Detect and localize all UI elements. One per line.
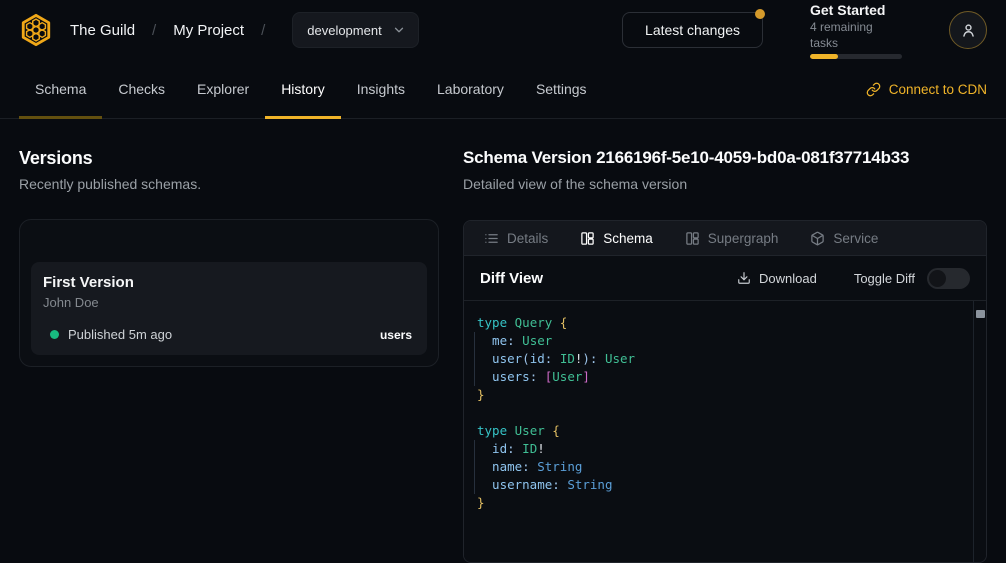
download-button[interactable]: Download [737, 271, 817, 286]
code-line: } [477, 386, 960, 404]
code-line: type Query { [477, 314, 960, 332]
target-selector-value: development [307, 23, 381, 38]
code-line: username: String [477, 476, 960, 494]
nav-tab-laboratory[interactable]: Laboratory [421, 60, 520, 118]
user-icon [959, 21, 978, 40]
project-name[interactable]: My Project [173, 22, 244, 39]
link-icon [866, 82, 881, 97]
nav-tab-schema[interactable]: Schema [19, 60, 102, 118]
hive-logo-icon[interactable] [19, 13, 53, 47]
versions-panel: Versions Recently published schemas. Fir… [19, 146, 439, 563]
download-label: Download [759, 271, 817, 286]
code-line: name: String [477, 458, 960, 476]
code-block: type Query { me: User user(id: ID!): Use… [464, 301, 986, 525]
latest-changes-label: Latest changes [645, 22, 740, 38]
main-nav: SchemaChecksExplorerHistoryInsightsLabor… [0, 60, 1006, 119]
version-detail-panel: Schema Version 2166196f-5e10-4059-bd0a-0… [463, 146, 987, 563]
diff-view-title: Diff View [480, 270, 543, 287]
breadcrumb: The Guild / My Project / development [19, 12, 419, 48]
detail-tab-schema[interactable]: Schema [580, 231, 653, 246]
connect-to-cdn-label: Connect to CDN [889, 82, 987, 97]
detail-tab-service[interactable]: Service [810, 231, 878, 246]
columns-icon [685, 231, 700, 246]
nav-tab-settings[interactable]: Settings [520, 60, 603, 118]
target-selector[interactable]: development [292, 12, 418, 48]
progress-bar [810, 54, 902, 59]
scrollbar-thumb[interactable] [976, 310, 985, 318]
header-actions: Latest changes Get Started 4 remaining t… [622, 2, 987, 59]
code-line: user(id: ID!): User [477, 350, 960, 368]
nav-tab-history[interactable]: History [265, 60, 341, 118]
org-name[interactable]: The Guild [70, 22, 135, 39]
nav-tab-insights[interactable]: Insights [341, 60, 421, 118]
detail-tab-list: Details Schema Supergraph Service [464, 221, 986, 256]
latest-changes-button[interactable]: Latest changes [622, 12, 763, 48]
vertical-scrollbar[interactable] [973, 301, 986, 562]
get-started-subtitle: 4 remaining tasks [810, 19, 902, 51]
toggle-diff-label: Toggle Diff [854, 271, 915, 286]
schema-detail-card: Details Schema Supergraph Service Diff View… [463, 220, 987, 563]
schema-version-title: Schema Version 2166196f-5e10-4059-bd0a-0… [463, 146, 987, 170]
breadcrumb-separator: / [261, 22, 265, 39]
diff-actions: Download Toggle Diff [737, 268, 970, 289]
code-line: me: User [477, 332, 960, 350]
versions-title: Versions [19, 146, 439, 170]
code-line: id: ID! [477, 440, 960, 458]
version-status-row: Published 5m ago users [43, 327, 414, 342]
download-icon [737, 271, 751, 285]
published-status-dot [50, 330, 59, 339]
schema-version-subtitle: Detailed view of the schema version [463, 174, 987, 194]
chevron-down-icon [392, 23, 406, 37]
connect-to-cdn-link[interactable]: Connect to CDN [866, 60, 987, 118]
version-list-item[interactable]: First Version John Doe Published 5m ago … [31, 262, 427, 355]
app-root: The Guild / My Project / development Lat… [0, 0, 1006, 563]
breadcrumb-separator: / [152, 22, 156, 39]
tab-label: Supergraph [708, 231, 779, 246]
code-line [477, 404, 960, 422]
list-icon [484, 231, 499, 246]
switch-knob [929, 270, 946, 287]
version-name: First Version [43, 273, 414, 292]
detail-tab-supergraph[interactable]: Supergraph [685, 231, 779, 246]
nav-tab-explorer[interactable]: Explorer [181, 60, 265, 118]
code-line: } [477, 494, 960, 512]
tab-label: Details [507, 231, 548, 246]
detail-tab-details[interactable]: Details [484, 231, 548, 246]
header: The Guild / My Project / development Lat… [0, 0, 1006, 60]
tab-label: Schema [603, 231, 653, 246]
nav-tab-list: SchemaChecksExplorerHistoryInsightsLabor… [19, 60, 603, 118]
get-started-widget[interactable]: Get Started 4 remaining tasks [810, 2, 902, 59]
code-line: type User { [477, 422, 960, 440]
version-status: Published 5m ago [68, 327, 172, 342]
toggle-diff-switch[interactable] [927, 268, 970, 289]
schema-code-viewer[interactable]: type Query { me: User user(id: ID!): Use… [464, 301, 986, 562]
service-badge: users [380, 328, 414, 342]
main-content: Versions Recently published schemas. Fir… [0, 119, 1006, 563]
versions-subtitle: Recently published schemas. [19, 174, 439, 194]
get-started-title: Get Started [810, 2, 902, 19]
code-line: users: [User] [477, 368, 960, 386]
tab-label: Service [833, 231, 878, 246]
nav-tab-checks[interactable]: Checks [102, 60, 181, 118]
progress-fill [810, 54, 838, 59]
avatar[interactable] [949, 11, 987, 49]
diff-view-header: Diff View Download Toggle Diff [464, 256, 986, 301]
version-author: John Doe [43, 294, 414, 311]
notification-dot [755, 9, 765, 19]
versions-list: First Version John Doe Published 5m ago … [19, 219, 439, 367]
columns-icon [580, 231, 595, 246]
cube-icon [810, 231, 825, 246]
